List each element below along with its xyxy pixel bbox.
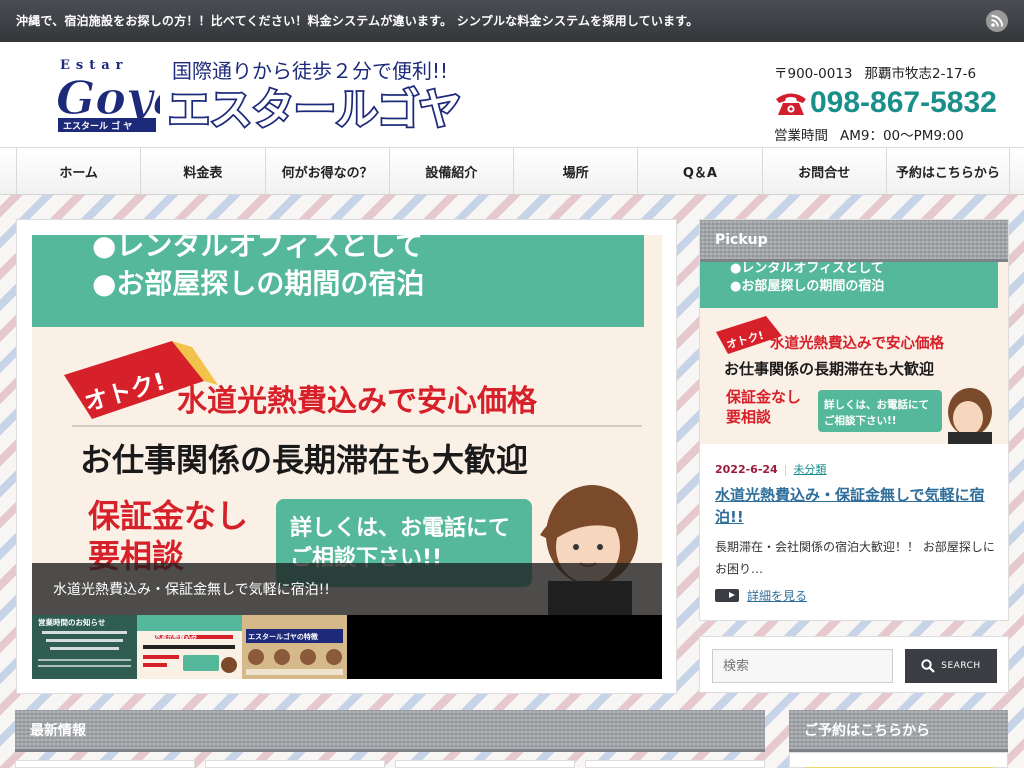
pickup-widget: Pickup ●レンタルオフィスとして ●お部屋探しの期間の宿泊 オトク! 水道… <box>699 219 1009 621</box>
top-bar: 沖縄で、宿泊施設をお探しの方！！比べてください！料金システムが違います。 シンプ… <box>0 0 1024 42</box>
postal-code: 〒900-0013 <box>774 66 853 82</box>
pickup-flyer-deposit1: 保証金なし <box>725 388 801 406</box>
thumb-flyer-title: 水道光熱費込み <box>155 633 197 641</box>
arrow-right-icon <box>715 589 739 602</box>
flyer-sub: お仕事関係の長期滞在も大歓迎 <box>80 441 528 479</box>
hours-label: 営業時間 <box>774 128 828 144</box>
pickup-title: Pickup <box>700 220 1008 262</box>
thumb-features-title: エスタールゴヤの特徴 <box>248 632 319 641</box>
nav-home[interactable]: ホーム <box>16 148 140 194</box>
pickup-flyer-line1: ●レンタルオフィスとして <box>730 262 884 276</box>
slide-image[interactable]: ●レンタルオフィスとして ●お部屋探しの期間の宿泊 オトク! 水道光熱費込みで安… <box>32 235 662 615</box>
thumb-flyer[interactable]: 水道光熱費込み <box>137 615 242 679</box>
nav-reservation[interactable]: 予約はこちらから <box>885 148 1010 194</box>
nav-pricing[interactable]: 料金表 <box>140 148 264 194</box>
address: 〒900-0013 那覇市牧志2-17-6 <box>774 62 1014 82</box>
pickup-excerpt: 長期滞在・会社関係の宿泊大歓迎！！ お部屋探しにお困り… <box>715 540 995 576</box>
thumb-features[interactable]: エスタールゴヤの特徴 <box>242 615 347 679</box>
post-category-link[interactable]: 未分類 <box>793 463 826 476</box>
slider-thumbnails: 営業時間のお知らせ 水道光熱費込み エスタールゴヤの特徴 <box>32 615 662 679</box>
pickup-flyer-sub: お仕事関係の長期滞在も大歓迎 <box>724 360 934 378</box>
pickup-flyer-bubble2: ご相談下さい!! <box>824 414 897 427</box>
hours-value: AM9：00〜PM9:00 <box>840 128 964 144</box>
post-date: 2022-6-24 <box>715 463 778 476</box>
latest-news-list <box>15 760 765 768</box>
meta-separator: | <box>783 463 788 476</box>
latest-news-title: 最新情報 <box>15 710 765 752</box>
reservation-widget-title: ご予約はこちらから <box>789 710 1008 752</box>
site-tagline: 沖縄で、宿泊施設をお探しの方！！比べてください！料金システムが違います。 シンプ… <box>16 14 699 28</box>
flyer-bubble1: 詳しくは、お電話にて <box>290 515 510 541</box>
flyer-line1: ●レンタルオフィスとして <box>92 235 423 262</box>
read-more-label: 詳細を見る <box>747 589 808 603</box>
site-slogan: 国際通りから徒歩２分で便利!! <box>172 59 448 83</box>
thumb-hours[interactable]: 営業時間のお知らせ <box>32 615 137 679</box>
site-logo[interactable]: Estar Goya エスタール ゴ ヤ <box>56 56 183 134</box>
news-card[interactable] <box>395 760 575 768</box>
brand-name: エスタールゴヤ <box>168 85 461 134</box>
site-brand: 国際通りから徒歩２分で便利!! エスタールゴヤ <box>166 56 468 136</box>
search-button[interactable]: SEARCH <box>905 649 997 683</box>
nav-faq[interactable]: Q＆A <box>637 148 761 194</box>
contact-info: 〒900-0013 那覇市牧志2-17-6 098-867-5832 営業時間 AM… <box>774 62 1014 144</box>
pickup-meta: 2022-6-24 | 未分類 <box>715 461 826 477</box>
flyer-deposit1: 保証金なし <box>88 497 248 535</box>
search-widget: SEARCH <box>699 636 1009 693</box>
business-hours: 営業時間 AM9：00〜PM9:00 <box>774 124 1014 144</box>
news-card[interactable] <box>585 760 765 768</box>
slide-caption: 水道光熱費込み・保証金無しで気軽に宿泊!! <box>32 563 662 615</box>
featured-slider: ●レンタルオフィスとして ●お部屋探しの期間の宿泊 オトク! 水道光熱費込みで安… <box>16 219 677 694</box>
street-address: 那覇市牧志2-17-6 <box>864 66 977 82</box>
phone-row: 098-867-5832 <box>774 86 1014 120</box>
logo-kana-text: エスタール ゴ ヤ <box>63 120 132 132</box>
read-more-link[interactable]: 詳細を見る <box>715 587 807 604</box>
pickup-image[interactable]: ●レンタルオフィスとして ●お部屋探しの期間の宿泊 オトク! 水道光熱費込みで安… <box>700 262 1008 444</box>
news-card[interactable] <box>205 760 385 768</box>
flyer-line2: ●お部屋探しの期間の宿泊 <box>92 267 424 300</box>
search-input[interactable] <box>712 649 893 683</box>
nav-facilities[interactable]: 設備紹介 <box>388 148 513 194</box>
rss-icon[interactable] <box>986 10 1008 32</box>
thumb-hours-title: 営業時間のお知らせ <box>38 617 106 627</box>
nav-location[interactable]: 場所 <box>513 148 637 194</box>
phone-number-link[interactable]: 098-867-5832 <box>810 86 997 120</box>
pickup-flyer-headline: 水道光熱費込みで安心価格 <box>770 334 944 352</box>
search-icon <box>921 659 936 673</box>
flyer-headline: 水道光熱費込みで安心価格 <box>177 384 538 419</box>
nav-contact[interactable]: お問合せ <box>761 148 886 194</box>
pickup-flyer-line2: ●お部屋探しの期間の宿泊 <box>730 278 884 294</box>
pickup-flyer-deposit2: 要相談 <box>726 408 772 426</box>
site-header: Estar Goya エスタール ゴ ヤ 国際通りから徒歩２分で便利!! エスタ… <box>0 42 1024 147</box>
news-card[interactable] <box>15 760 195 768</box>
pickup-flyer-bubble1: 詳しくは、お電話にて <box>824 398 929 411</box>
telephone-icon <box>776 93 806 115</box>
logo-goya-text: Goya <box>56 71 160 125</box>
nav-benefits[interactable]: 何がお得なの？ <box>264 148 389 194</box>
main-nav: ホーム 料金表 何がお得なの？ 設備紹介 場所 Q＆A お問合せ 予約はこちらか… <box>0 147 1024 195</box>
pickup-post-title-link[interactable]: 水道光熱費込み・保証金無しで気軽に宿泊!! <box>715 484 1000 528</box>
reservation-widget-body <box>789 752 1008 768</box>
search-button-label: SEARCH <box>941 661 981 671</box>
